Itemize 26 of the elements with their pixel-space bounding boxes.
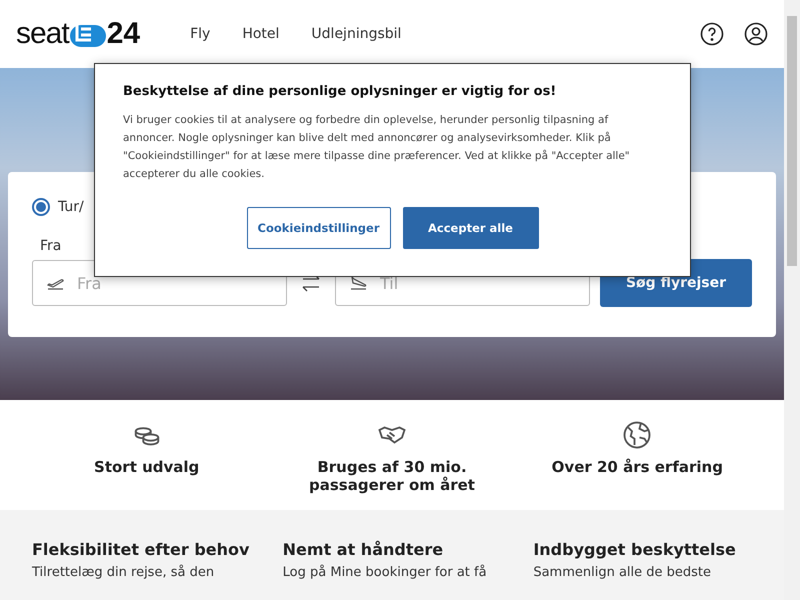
dialog-title: Beskyttelse af dine personlige oplysninger er vigtig for os! <box>123 84 558 99</box>
nav-link[interactable]: Fly <box>190 26 210 42</box>
swap-icon[interactable] <box>302 274 320 292</box>
logo-number: 24 <box>106 17 140 51</box>
nav-link[interactable]: Udlejningsbil <box>311 26 402 42</box>
benefit-text: Sammenlign alle de bedste <box>533 565 712 580</box>
benefit-title: Nemt at håndtere <box>282 540 444 559</box>
radio-label: Tur/ <box>58 199 84 215</box>
feature-title: Stort udvalg <box>93 458 200 476</box>
benefit-text: Log på Mine bookinger for at få <box>282 565 488 580</box>
user-icon[interactable] <box>744 22 768 46</box>
feature-title: Bruges af 30 mio. passagerer om året <box>308 458 476 494</box>
feature-title: Over 20 års erfaring <box>550 458 724 476</box>
dialog-text: Vi bruger cookies til at analysere og forbedre din oplevelse, herunder personlig tilpasning af annoncer. Nogle oplysninger kan blive delt med annoncører og analysevirksomheder. Klik på "Cookieindstillinger" for at læse mere tilpasse dine præferencer. Ved at klikke på "Accepter alle" accepterer du alle cookies. <box>123 113 631 182</box>
field-label: Fra <box>40 238 62 254</box>
benefit-title: Indbygget beskyttelse <box>533 540 737 559</box>
logo-text: seat <box>16 17 69 51</box>
landing-icon <box>349 275 369 291</box>
benefit-text: Tilrettelæg din rejse, så den <box>32 565 216 580</box>
help-icon[interactable] <box>700 22 724 46</box>
globe-icon <box>622 420 652 450</box>
nav-link[interactable]: Hotel <box>242 26 280 42</box>
accept-all-button[interactable]: Accepter alle <box>402 207 538 249</box>
radio-button[interactable] <box>32 198 50 216</box>
benefit-title: Fleksibilitet efter behov <box>32 540 250 559</box>
cookie-settings-button[interactable]: Cookieindstillinger <box>246 207 390 249</box>
